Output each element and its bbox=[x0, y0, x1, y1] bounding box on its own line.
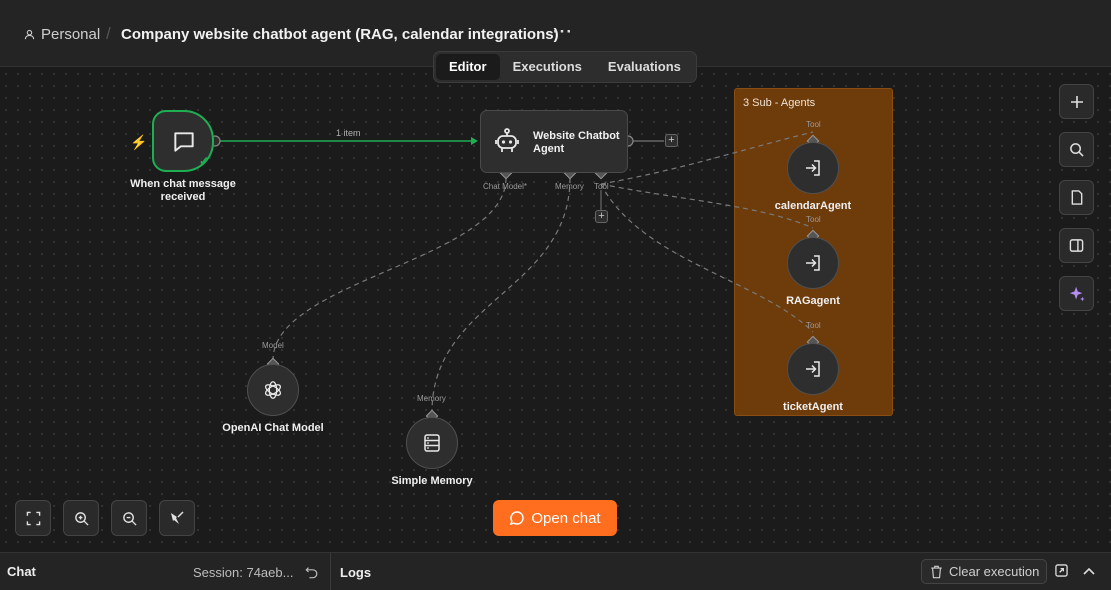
success-check-icon: ✓ bbox=[199, 154, 210, 168]
zoom-out-button[interactable] bbox=[111, 500, 147, 536]
openai-logo-icon bbox=[264, 381, 282, 399]
zoom-in-button[interactable] bbox=[63, 500, 99, 536]
tool-port-label: Tool bbox=[594, 182, 609, 191]
toggle-panel-button[interactable] bbox=[1059, 228, 1094, 263]
zoom-out-icon bbox=[122, 511, 137, 526]
calendar-agent-label: calendarAgent bbox=[774, 200, 852, 212]
breadcrumb-personal[interactable]: Personal bbox=[24, 26, 100, 43]
openai-chat-model-node[interactable] bbox=[247, 364, 299, 416]
ai-assistant-button[interactable] bbox=[1059, 276, 1094, 311]
trigger-bolt-icon: ⚡ bbox=[130, 134, 148, 150]
popout-icon[interactable] bbox=[1055, 564, 1068, 577]
rag-agent-label: RAGagent bbox=[786, 295, 840, 307]
sticky-note-icon bbox=[1071, 190, 1082, 205]
user-icon bbox=[24, 29, 35, 40]
agent-node-title: Website Chatbot Agent bbox=[533, 130, 620, 156]
reset-session-icon[interactable] bbox=[305, 565, 319, 579]
search-nodes-button[interactable] bbox=[1059, 132, 1094, 167]
simple-memory-node[interactable] bbox=[406, 417, 458, 469]
workflow-title[interactable]: Company website chatbot agent (RAG, cale… bbox=[121, 26, 559, 43]
zoom-in-icon bbox=[74, 511, 89, 526]
chevron-up-icon[interactable] bbox=[1083, 566, 1095, 576]
search-icon bbox=[1070, 143, 1084, 157]
connection-item-count: 1 item bbox=[336, 128, 361, 138]
ticket-tool-label: Tool bbox=[806, 321, 821, 330]
sticky-note-text: 3 Sub - Agents bbox=[743, 97, 816, 109]
enter-arrow-icon bbox=[806, 255, 820, 271]
chat-pane-title: Chat bbox=[7, 564, 36, 579]
more-options-icon[interactable]: ··· bbox=[553, 22, 573, 42]
panel-icon bbox=[1069, 239, 1084, 252]
memory-node-label: Simple Memory bbox=[391, 475, 473, 487]
agent-title-line1: Website Chatbot bbox=[533, 130, 620, 142]
rag-tool-label: Tool bbox=[806, 215, 821, 224]
chat-bubble-icon bbox=[174, 132, 194, 152]
ticket-agent-node[interactable] bbox=[787, 343, 839, 395]
fit-view-button[interactable] bbox=[15, 500, 51, 536]
website-chatbot-agent-node[interactable]: Website Chatbot Agent bbox=[480, 110, 628, 173]
workspace-name: Personal bbox=[41, 26, 101, 43]
trash-icon bbox=[931, 565, 942, 578]
tidy-up-button[interactable] bbox=[159, 500, 195, 536]
chat-model-port-label: Chat Model* bbox=[483, 182, 528, 191]
session-id: Session: 74aeb... bbox=[193, 565, 294, 580]
logs-pane-title: Logs bbox=[340, 565, 372, 580]
chat-pane: Chat Session: 74aeb... bbox=[0, 553, 331, 590]
add-tool-button[interactable]: + bbox=[595, 210, 608, 223]
open-chat-button[interactable]: Open chat bbox=[493, 500, 617, 536]
agent-title-line2: Agent bbox=[533, 143, 565, 155]
trigger-node-label: When chat message received bbox=[118, 178, 248, 204]
add-next-node-button[interactable]: + bbox=[665, 134, 678, 147]
enter-arrow-icon bbox=[806, 361, 820, 377]
tab-editor[interactable]: Editor bbox=[436, 54, 500, 80]
bottom-panel: Chat Session: 74aeb... Logs Clear execut… bbox=[0, 552, 1111, 590]
broom-icon bbox=[171, 511, 184, 524]
clear-execution-label: Clear execution bbox=[949, 564, 1040, 579]
view-tabs: Editor Executions Evaluations bbox=[433, 51, 697, 83]
ticket-agent-label: ticketAgent bbox=[783, 401, 843, 413]
openai-node-label: OpenAI Chat Model bbox=[222, 422, 324, 434]
tab-evaluations[interactable]: Evaluations bbox=[595, 54, 694, 80]
chat-bubble-icon bbox=[510, 511, 525, 526]
trigger-label-line1: When chat message bbox=[130, 178, 236, 190]
openai-port-label: Model bbox=[262, 341, 284, 350]
clear-execution-button[interactable]: Clear execution bbox=[921, 559, 1047, 584]
sparkle-icon bbox=[1069, 286, 1085, 301]
breadcrumb-separator: / bbox=[106, 24, 111, 43]
calendar-tool-label: Tool bbox=[806, 120, 821, 129]
rag-agent-node[interactable] bbox=[787, 237, 839, 289]
fullscreen-icon bbox=[26, 511, 40, 525]
plus-icon bbox=[1070, 95, 1083, 108]
add-sticky-button[interactable] bbox=[1059, 180, 1094, 215]
database-icon bbox=[424, 434, 440, 452]
memory-port-label: Memory bbox=[555, 182, 584, 191]
open-chat-label: Open chat bbox=[531, 509, 601, 527]
robot-icon bbox=[495, 128, 519, 152]
add-node-button[interactable] bbox=[1059, 84, 1094, 119]
trigger-label-line2: received bbox=[160, 191, 206, 203]
memory-node-port-label: Memory bbox=[417, 394, 446, 403]
tab-executions[interactable]: Executions bbox=[500, 54, 595, 80]
enter-arrow-icon bbox=[806, 160, 820, 176]
calendar-agent-node[interactable] bbox=[787, 142, 839, 194]
